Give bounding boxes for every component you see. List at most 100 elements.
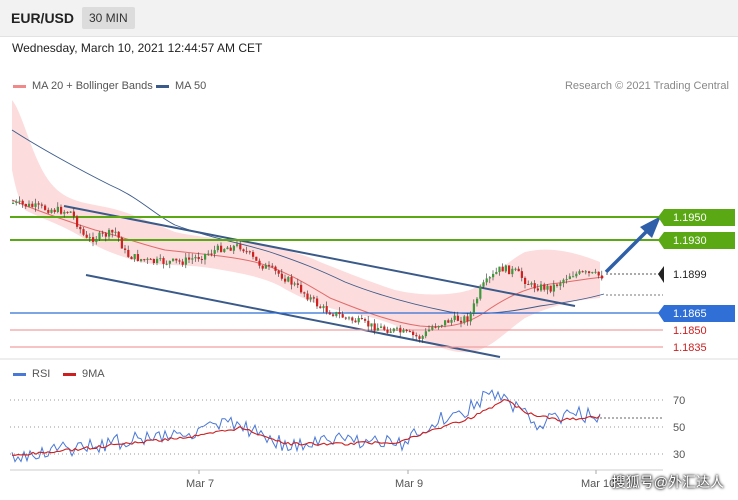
candle-body [562,279,565,284]
candle-body [591,272,594,274]
candle-body [120,237,123,249]
candle-body [72,211,75,217]
candle-body [111,229,114,233]
candle-body [415,335,418,337]
candle-body [136,254,139,261]
candle-body [188,257,191,260]
candle-body [101,232,104,234]
candle-body [216,245,219,251]
candle-body [322,306,325,309]
candle-body [66,211,69,213]
x-label-mar7: Mar 7 [186,478,214,490]
bollinger-band [12,100,600,353]
candle-body [12,202,15,204]
candle-body [405,329,408,332]
candle-body [37,203,40,205]
candle-body [165,263,168,265]
candle-body [524,277,527,284]
candle-body [472,303,475,314]
candle-body [236,244,239,246]
candle-body [498,266,501,272]
candle-body [543,284,546,290]
legend-9ma-swatch [63,372,76,376]
candle-body [271,265,274,267]
candle-body [421,336,424,339]
price-chart: 1.1950 1.1930 1.1899 1.1865 1.1850 1.183… [0,100,738,490]
candle-body [127,249,130,257]
candle-body [92,237,95,242]
candle-body [168,260,171,264]
candle-body [232,245,235,251]
candle-body [280,273,283,279]
candle-body [204,253,207,260]
candle-body [284,278,287,282]
candle-body [511,268,514,275]
candle-body [149,258,152,260]
candle-body [146,258,149,261]
candle-body [581,271,584,273]
candle-body [28,203,31,207]
candle-body [453,315,456,320]
candle-body [578,271,581,274]
level-tag-1835-text: 1.1835 [673,342,707,354]
candle-body [293,283,296,285]
candle-body [184,257,187,265]
candle-body [296,283,299,285]
candle-body [79,226,82,230]
candle-body [354,320,357,323]
candle-body [536,288,539,291]
rsi-line [11,389,601,463]
candle-body [396,327,399,329]
candle-body [98,232,101,240]
candle-body [53,209,56,212]
candle-body [408,331,411,333]
rsi-tick-50: 50 [673,422,685,434]
candle-body [172,258,175,261]
candle-body [319,306,322,309]
candle-body [197,257,200,260]
candle-body [351,317,354,321]
candle-body [178,260,181,262]
candle-body [338,312,341,315]
candle-body [162,258,165,264]
candle-body [370,323,373,327]
candle-body [450,319,453,323]
candle-body [309,297,312,300]
candle-body [440,325,443,327]
candle-body [520,271,523,278]
candle-body [258,260,261,266]
candle-body [226,247,229,250]
candle-body [200,259,203,261]
candle-body [456,315,459,321]
candle-body [287,277,290,282]
candle-body [492,273,495,278]
projection-arrow-line [604,226,652,274]
candle-body [335,312,338,316]
candle-body [69,211,72,213]
candle-body [341,314,344,318]
candle-body [261,265,264,269]
candle-body [239,244,242,250]
candle-body [332,314,335,316]
candle-body [549,285,552,292]
candle-body [479,286,482,299]
candle-body [364,319,367,321]
candle-body [56,206,59,212]
candle-body [357,318,360,323]
candle-body [514,268,517,270]
candle-body [508,265,511,275]
candle-body [264,264,267,269]
candle-body [95,239,98,242]
candle-body [124,248,127,250]
candle-body [348,317,351,319]
candle-body [245,251,248,253]
level-tag-1950: 1.1950 [658,209,735,226]
candle-body [373,323,376,331]
candle-body [130,256,133,260]
candle-body [152,258,155,263]
candle-body [277,270,280,274]
candle-body [428,329,431,332]
level-tag-1899-text: 1.1899 [673,269,707,281]
candle-body [325,306,328,313]
candle-body [63,211,66,214]
